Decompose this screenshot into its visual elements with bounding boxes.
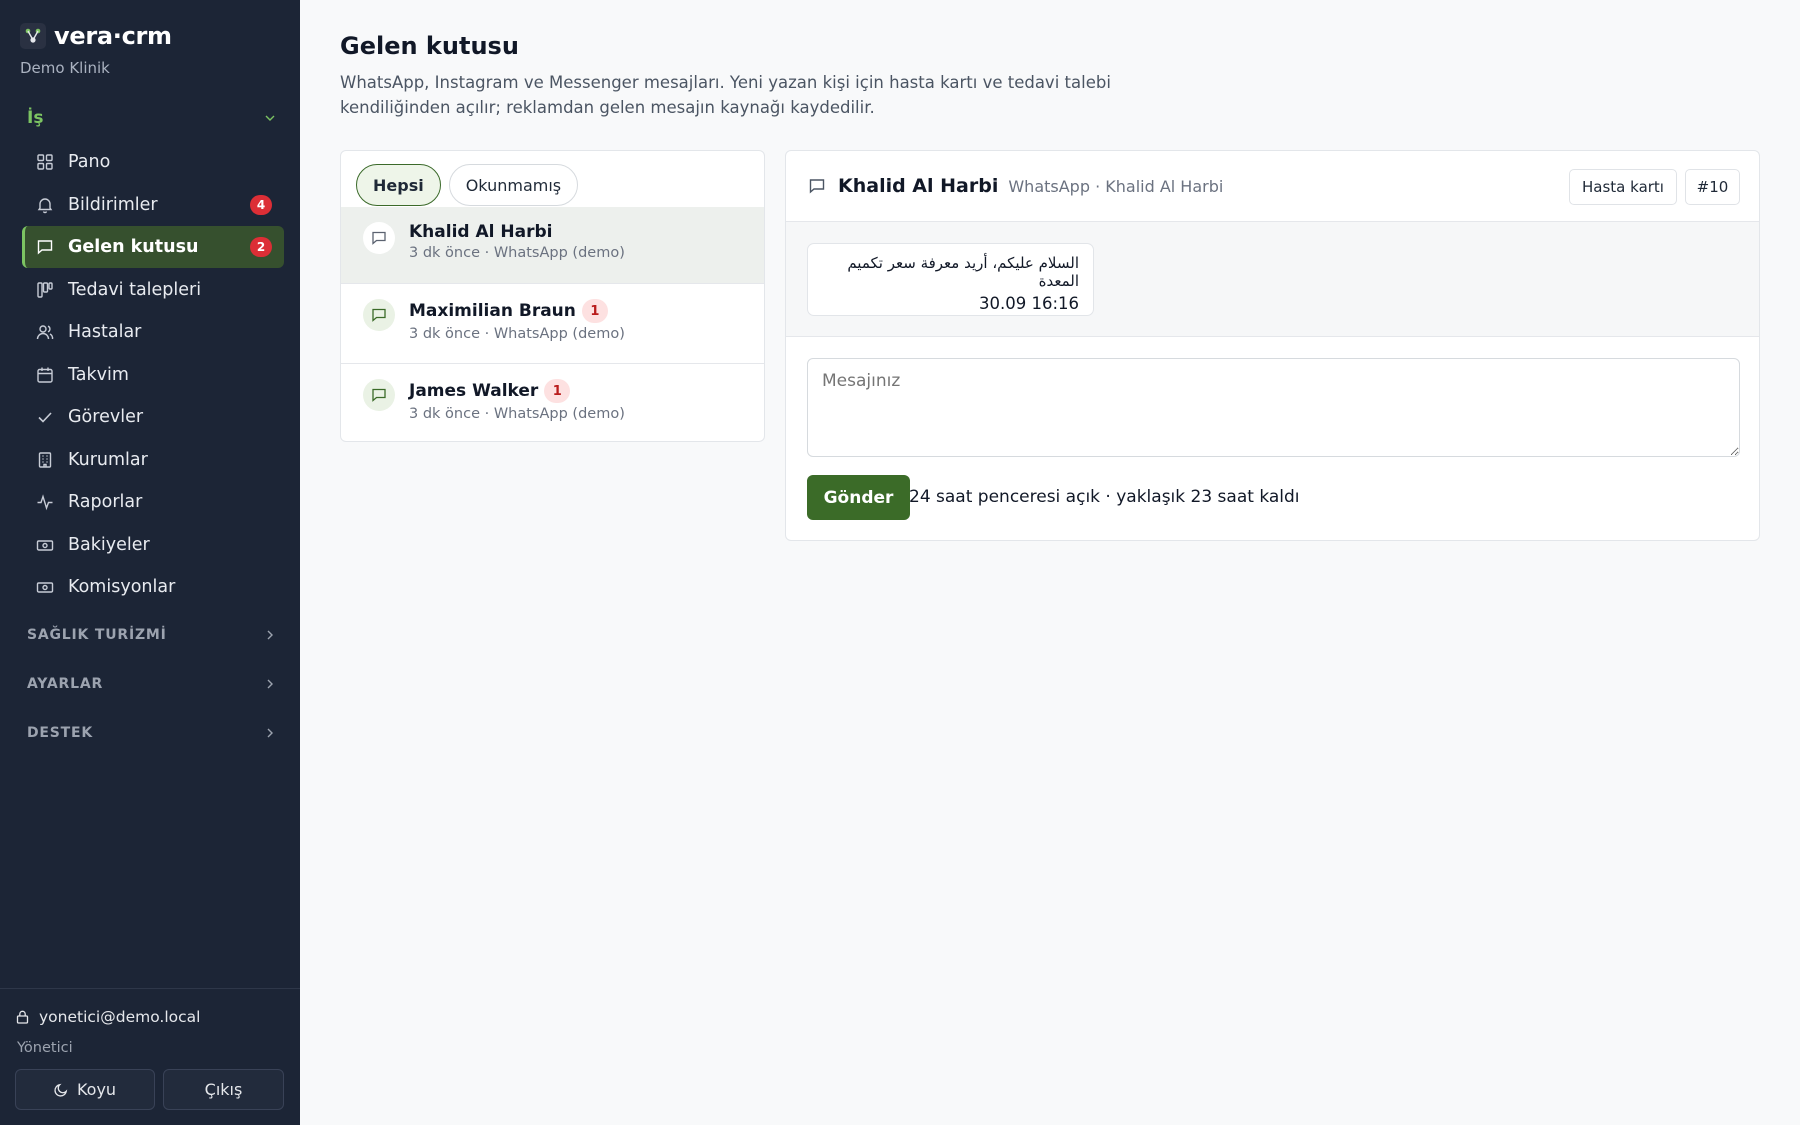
lock-icon — [16, 1010, 29, 1024]
chat-panel: Khalid Al Harbi WhatsApp · Khalid Al Har… — [785, 150, 1760, 541]
send-button[interactable]: Gönder — [807, 475, 910, 520]
conversation-name: Maximilian Braun — [409, 301, 576, 321]
sidebar-item-label: Raporlar — [68, 492, 143, 512]
sidebar-item-label: Bakiyeler — [68, 534, 150, 555]
sidebar-item-komisyonlar[interactable]: Komisyonlar — [22, 566, 284, 608]
conversation-list: Hepsi Okunmamış Khalid Al Harbi 3 dk önc… — [340, 150, 765, 442]
bell-icon — [36, 196, 54, 214]
user-info: yonetici@demo.local — [16, 1008, 200, 1026]
notification-badge: 4 — [250, 194, 272, 215]
patient-card-button[interactable]: Hasta kartı — [1569, 169, 1677, 205]
message-time: 30.09 16:16 — [978, 294, 1079, 313]
section-saglik-turizmi[interactable]: SAĞLIK TURİZMİ — [27, 627, 275, 643]
clinic-name: Demo Klinik — [20, 59, 110, 77]
section-is-label: İş — [27, 108, 44, 128]
message-icon — [36, 238, 54, 256]
chat-icon — [363, 222, 395, 254]
section-label: AYARLAR — [27, 676, 104, 692]
section-label: SAĞLIK TURİZMİ — [27, 627, 167, 643]
grid-icon — [36, 153, 54, 171]
ticket-number-button[interactable]: #10 — [1685, 169, 1740, 205]
logo-icon — [20, 23, 46, 49]
brand[interactable]: vera·crm — [20, 22, 172, 50]
message-bubble: السلام عليكم، أريد معرفة سعر تكميم المعد… — [807, 243, 1094, 316]
moon-icon — [54, 1083, 68, 1097]
chevron-down-icon — [265, 115, 275, 121]
conversation-item[interactable]: Khalid Al Harbi 3 dk önce · WhatsApp (de… — [341, 207, 764, 283]
theme-toggle-button[interactable]: Koyu — [15, 1069, 155, 1110]
users-icon — [36, 323, 54, 341]
conversation-name: James Walker — [409, 381, 539, 401]
user-email: yonetici@demo.local — [39, 1008, 201, 1026]
chevron-right-icon — [267, 679, 273, 689]
banknote-icon — [36, 536, 54, 554]
sidebar-item-hastalar[interactable]: Hastalar — [22, 311, 284, 353]
user-role: Yönetici — [17, 1040, 73, 1056]
kanban-icon — [36, 281, 54, 299]
filter-tabs: Hepsi Okunmamış — [356, 164, 579, 206]
conversation-meta: 3 dk önce · WhatsApp (demo) — [409, 406, 625, 422]
section-ayarlar[interactable]: AYARLAR — [27, 676, 275, 692]
filter-all-tab[interactable]: Hepsi — [356, 164, 441, 206]
filter-unread-tab[interactable]: Okunmamış — [448, 164, 579, 206]
calendar-icon — [36, 366, 54, 384]
conversation-meta: 3 dk önce · WhatsApp (demo) — [409, 326, 625, 342]
conversation-item[interactable]: Maximilian Braun 1 3 dk önce · WhatsApp … — [341, 283, 764, 363]
message-icon — [809, 179, 825, 194]
activity-icon — [36, 493, 54, 511]
sidebar-item-kurumlar[interactable]: Kurumlar — [22, 439, 284, 481]
check-icon — [36, 408, 54, 426]
banknote-icon — [36, 578, 54, 596]
sidebar-item-pano[interactable]: Pano — [22, 141, 284, 183]
sidebar-item-label: Tedavi talepleri — [68, 279, 202, 300]
message-thread: السلام عليكم، أريد معرفة سعر تكميم المعد… — [786, 222, 1759, 337]
sidebar-item-label: Hastalar — [68, 322, 142, 342]
message-input[interactable] — [807, 358, 1740, 457]
chat-icon — [363, 299, 395, 331]
conversation-meta: 3 dk önce · WhatsApp (demo) — [409, 245, 625, 261]
chat-icon — [363, 379, 395, 411]
chevron-right-icon — [267, 630, 273, 640]
chat-header: Khalid Al Harbi WhatsApp · Khalid Al Har… — [786, 151, 1759, 222]
sidebar-item-raporlar[interactable]: Raporlar — [22, 481, 284, 523]
sidebar-item-label: Komisyonlar — [68, 577, 176, 597]
brand-name: vera·crm — [54, 22, 172, 50]
sidebar-item-label: Gelen kutusu — [68, 237, 199, 257]
sidebar-item-bildirimler[interactable]: Bildirimler 4 — [22, 184, 284, 226]
chevron-right-icon — [267, 728, 273, 738]
sidebar-item-label: Pano — [68, 152, 111, 172]
sidebar-nav: Pano Bildirimler 4 Gelen kutusu 2 Tedavi… — [22, 141, 284, 609]
section-is[interactable]: İş — [27, 108, 275, 128]
logout-label: Çıkış — [204, 1080, 243, 1099]
building-icon — [36, 451, 54, 469]
window-status: 24 saat penceresi açık · yaklaşık 23 saa… — [909, 487, 1300, 507]
message-text: السلام عليكم، أريد معرفة سعر تكميم المعد… — [847, 254, 1079, 290]
inbox-badge: 2 — [250, 237, 272, 257]
sidebar-item-label: Görevler — [68, 407, 144, 427]
unread-badge: 1 — [544, 379, 571, 403]
theme-toggle-label: Koyu — [76, 1080, 117, 1099]
sidebar-item-label: Takvim — [68, 364, 129, 385]
unread-badge: 1 — [581, 299, 608, 323]
sidebar-item-label: Bildirimler — [68, 194, 158, 215]
chat-channel: WhatsApp · Khalid Al Harbi — [1008, 176, 1224, 196]
section-label: DESTEK — [27, 725, 94, 741]
page-title: Gelen kutusu — [340, 32, 519, 60]
sidebar-item-bakiyeler[interactable]: Bakiyeler — [22, 524, 284, 566]
sidebar-footer-divider — [0, 988, 300, 989]
section-destek[interactable]: DESTEK — [27, 725, 275, 741]
sidebar-item-gorevler[interactable]: Görevler — [22, 396, 284, 438]
logout-button[interactable]: Çıkış — [163, 1069, 284, 1110]
chat-contact-name: Khalid Al Harbi — [838, 175, 999, 197]
sidebar-item-label: Kurumlar — [68, 449, 148, 470]
page-description: WhatsApp, Instagram ve Messenger mesajla… — [340, 73, 1111, 117]
sidebar: vera·crm Demo Klinik İş Pano Bildirimler… — [0, 0, 300, 1125]
sidebar-item-gelen-kutusu[interactable]: Gelen kutusu 2 — [22, 226, 284, 268]
conversation-name: Khalid Al Harbi — [409, 222, 553, 242]
sidebar-item-takvim[interactable]: Takvim — [22, 354, 284, 396]
sidebar-item-tedavi-talepleri[interactable]: Tedavi talepleri — [22, 269, 284, 311]
conversation-item[interactable]: James Walker 1 3 dk önce · WhatsApp (dem… — [341, 363, 764, 441]
